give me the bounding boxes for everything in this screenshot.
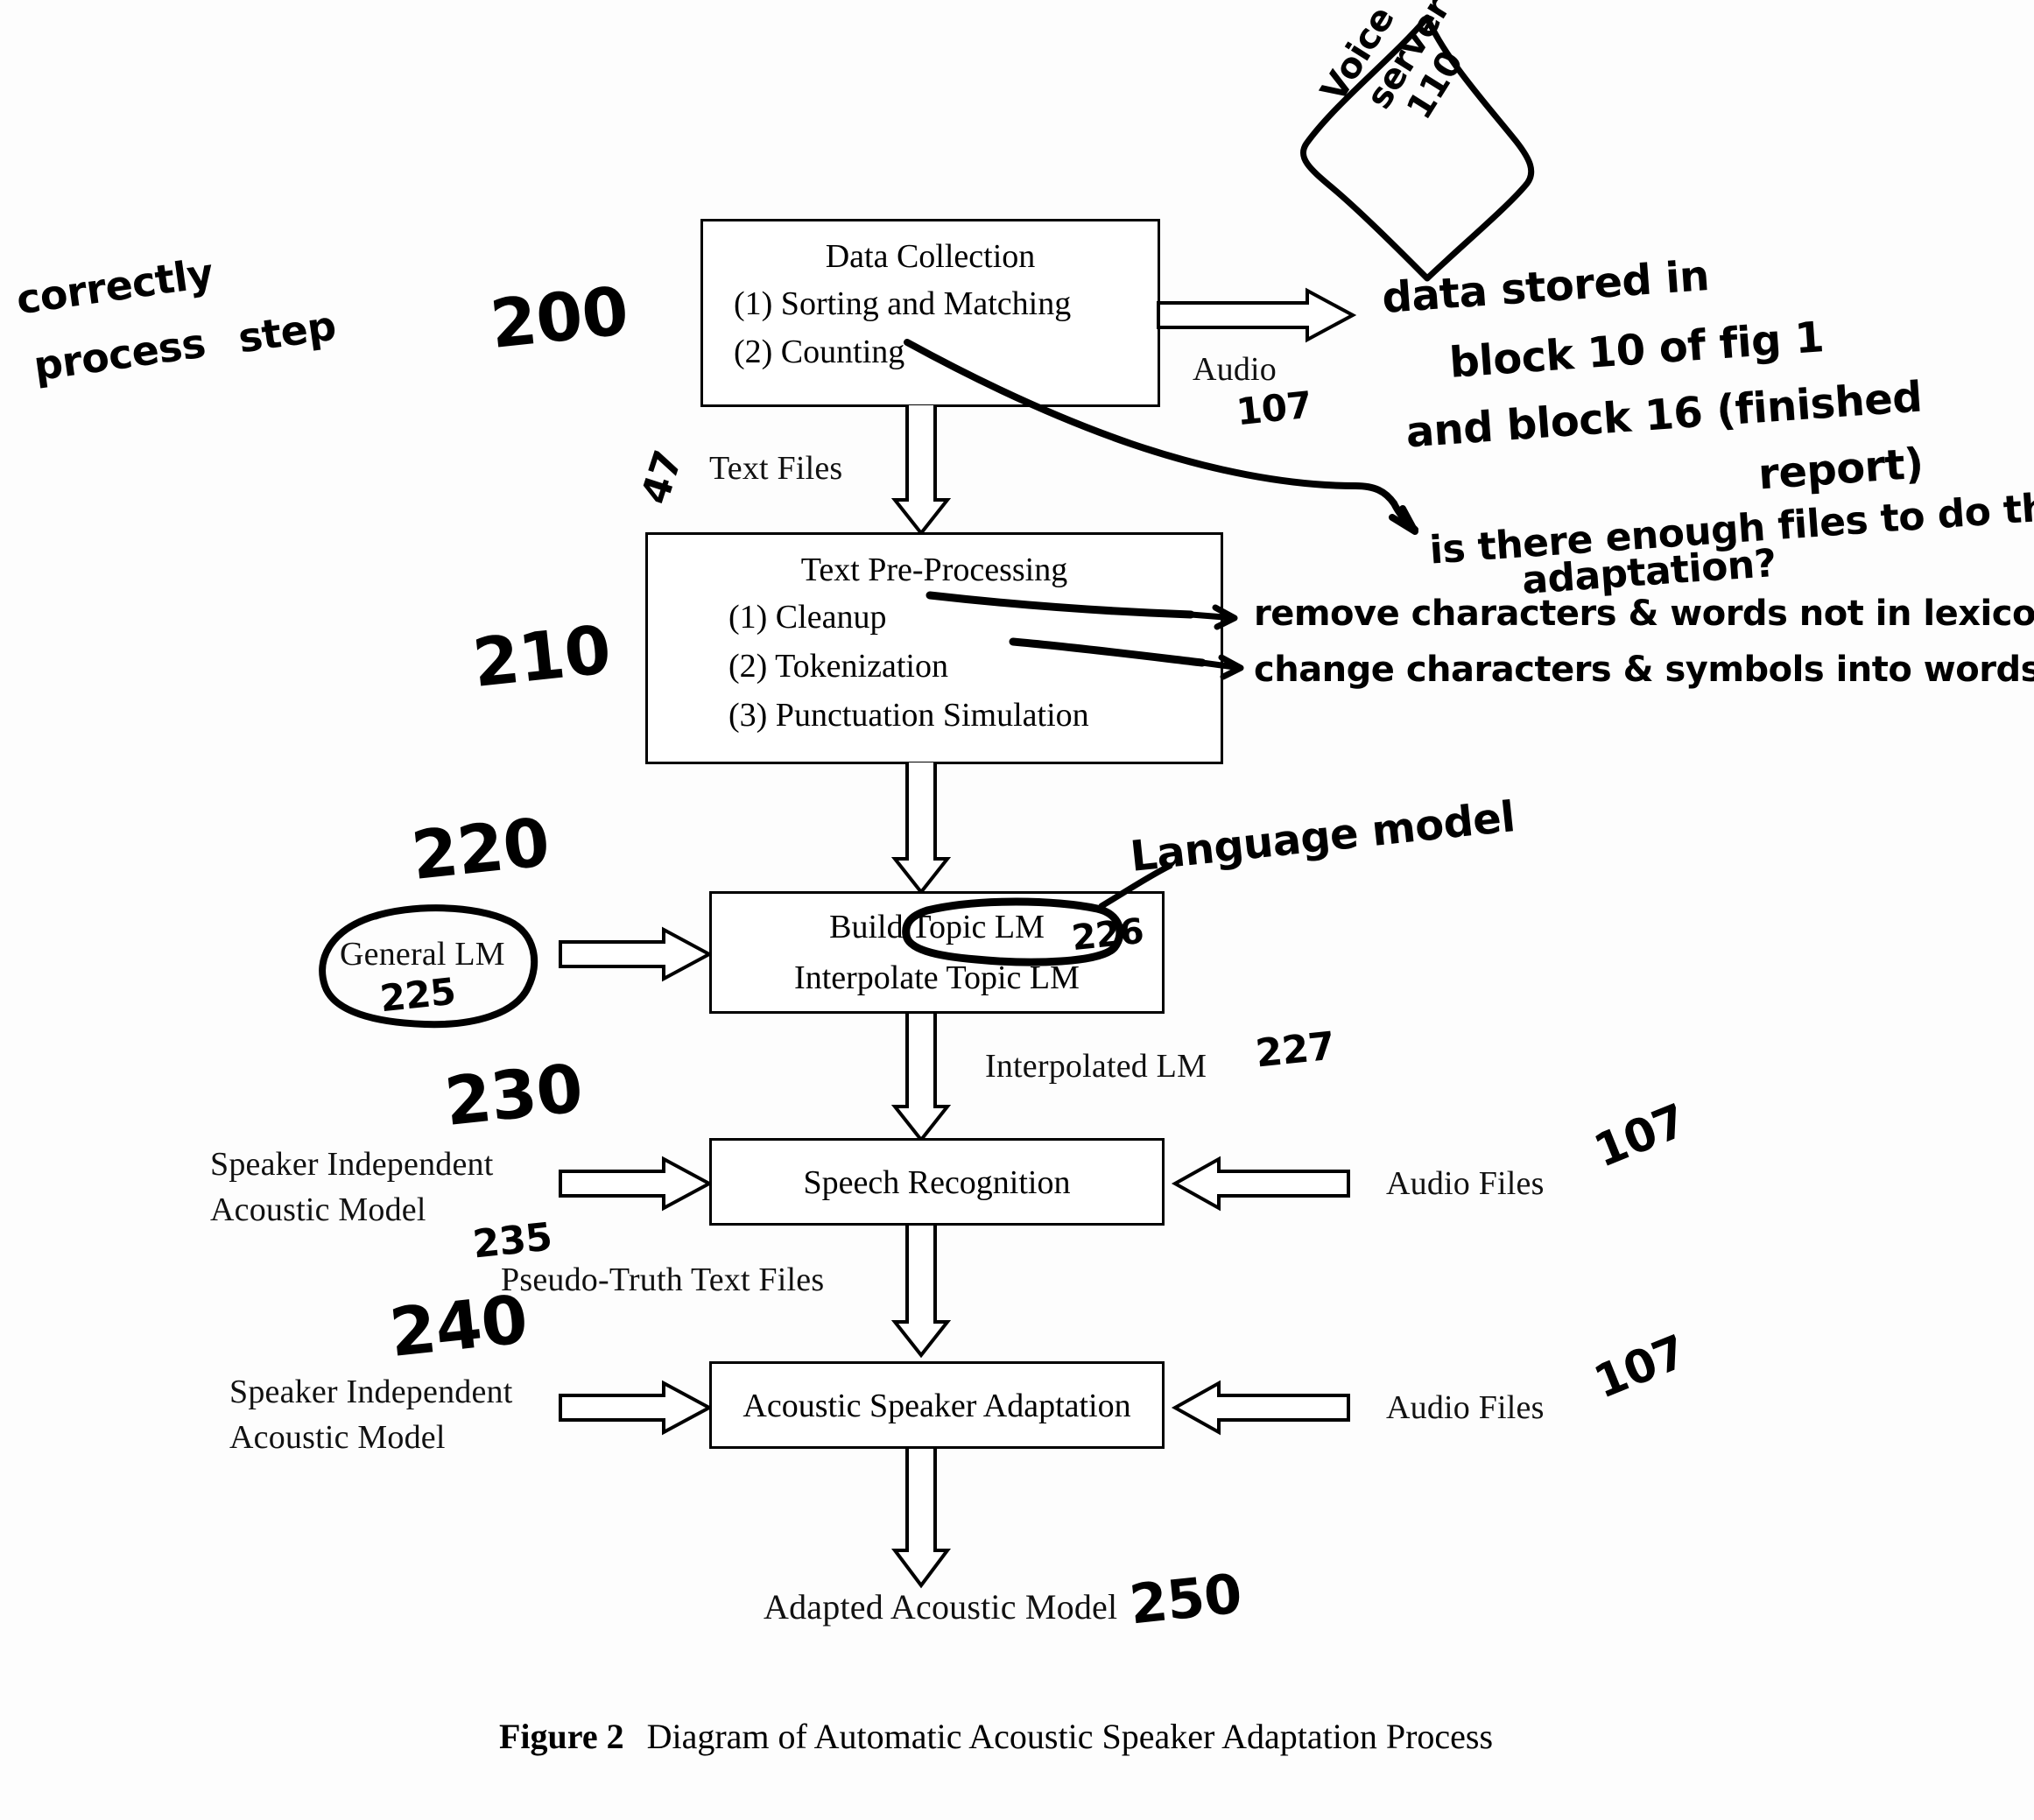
annotation-cleanup-note: remove characters & words not in lexicon — [1254, 594, 2034, 634]
ref-adapted-acoustic-model-250: 250 — [1126, 1561, 1245, 1637]
label-adapted-acoustic-model: Adapted Acoustic Model — [764, 1587, 1118, 1627]
label-si-acoustic-model-2-line1: Speaker Independent — [229, 1374, 513, 1410]
arrow-si-model-to-speech-recognition — [559, 1156, 714, 1212]
ref-text-files-47: 47 — [632, 445, 692, 510]
arrow-si-model-to-adaptation — [559, 1380, 714, 1436]
annotation-data-stored-2: block 10 of fig 1 — [1447, 313, 1826, 388]
box-data-collection[interactable]: Data Collection (1) Sorting and Matching… — [700, 219, 1160, 407]
arrow-general-lm-to-topic-lm — [559, 926, 714, 982]
ref-pseudo-truth-235: 235 — [470, 1214, 554, 1268]
box-data-collection-title: Data Collection — [825, 238, 1036, 275]
arrow-preprocessing-to-topic-lm — [890, 762, 952, 896]
box-speech-recognition[interactable]: Speech Recognition — [709, 1138, 1165, 1226]
box-build-topic-lm-line2: Interpolate Topic LM — [794, 959, 1080, 996]
box-speech-recognition-title: Speech Recognition — [803, 1164, 1071, 1201]
label-interpolated-lm: Interpolated LM — [985, 1048, 1207, 1085]
annotation-tokenization-note: change characters & symbols into words — [1254, 650, 2034, 690]
ref-226: 226 — [1069, 910, 1146, 959]
figure-caption-text: Diagram of Automatic Acoustic Speaker Ad… — [646, 1717, 1494, 1756]
annotation-step: step — [235, 301, 339, 362]
box-data-collection-item-2: (2) Counting — [734, 334, 905, 370]
ref-240: 240 — [385, 1280, 531, 1372]
label-pseudo-truth: Pseudo-Truth Text Files — [501, 1261, 825, 1298]
annotation-correctly: correctly — [13, 249, 216, 324]
box-text-preprocessing-item-3: (3) Punctuation Simulation — [728, 697, 1089, 734]
arrow-topic-lm-to-speech-recognition — [890, 1014, 952, 1143]
label-si-acoustic-model-1-line2: Acoustic Model — [210, 1191, 426, 1228]
label-si-acoustic-model-2-line2: Acoustic Model — [229, 1419, 446, 1456]
figure-caption-label: Figure 2 — [499, 1717, 624, 1756]
ref-audio-files-1-107: 107 — [1587, 1094, 1694, 1178]
arrow-data-collection-to-preprocessing — [890, 405, 952, 537]
figure-caption: Figure 2 Diagram of Automatic Acoustic S… — [499, 1716, 1493, 1757]
arrow-adaptation-to-output — [891, 1449, 951, 1589]
box-acoustic-speaker-adaptation[interactable]: Acoustic Speaker Adaptation — [709, 1361, 1165, 1449]
arrow-audio-files-to-speech-recognition — [1171, 1156, 1350, 1212]
annotation-data-stored-1: data stored in — [1380, 251, 1711, 323]
annotation-language-model: Language model — [1128, 792, 1517, 882]
ref-audio-files-2-107: 107 — [1587, 1325, 1694, 1409]
ref-230: 230 — [440, 1049, 587, 1141]
box-text-preprocessing-item-1: (1) Cleanup — [728, 599, 887, 636]
arrow-data-collection-to-voice-server — [1157, 287, 1360, 343]
ref-200: 200 — [486, 271, 632, 363]
box-data-collection-item-1: (1) Sorting and Matching — [734, 285, 1072, 322]
arrow-audio-files-to-adaptation — [1171, 1380, 1350, 1436]
label-text-files: Text Files — [709, 450, 843, 487]
label-audio-files-1: Audio Files — [1386, 1165, 1545, 1202]
annotation-data-stored-4: report) — [1756, 439, 1925, 500]
arrow-speech-recognition-to-adaptation — [890, 1226, 952, 1359]
figure-canvas: correctly process step 200 Data Collecti… — [0, 0, 2034, 1820]
ref-210: 210 — [468, 610, 615, 702]
annotation-process: process — [31, 319, 208, 390]
label-audio-files-2: Audio Files — [1386, 1389, 1545, 1426]
box-acoustic-speaker-adaptation-title: Acoustic Speaker Adaptation — [743, 1388, 1131, 1424]
label-general-lm: General LM — [340, 936, 505, 973]
ref-general-lm-225: 225 — [377, 969, 458, 1021]
label-si-acoustic-model-1-line1: Speaker Independent — [210, 1146, 494, 1183]
ref-220: 220 — [407, 803, 553, 895]
box-text-preprocessing-title: Text Pre-Processing — [800, 552, 1068, 588]
label-audio: Audio — [1193, 351, 1277, 388]
box-text-preprocessing-item-2: (2) Tokenization — [728, 648, 948, 685]
ref-audio-107: 107 — [1234, 383, 1314, 434]
box-text-preprocessing[interactable]: Text Pre-Processing (1) Cleanup (2) Toke… — [645, 532, 1223, 764]
ref-interpolated-lm-227: 227 — [1253, 1023, 1337, 1077]
